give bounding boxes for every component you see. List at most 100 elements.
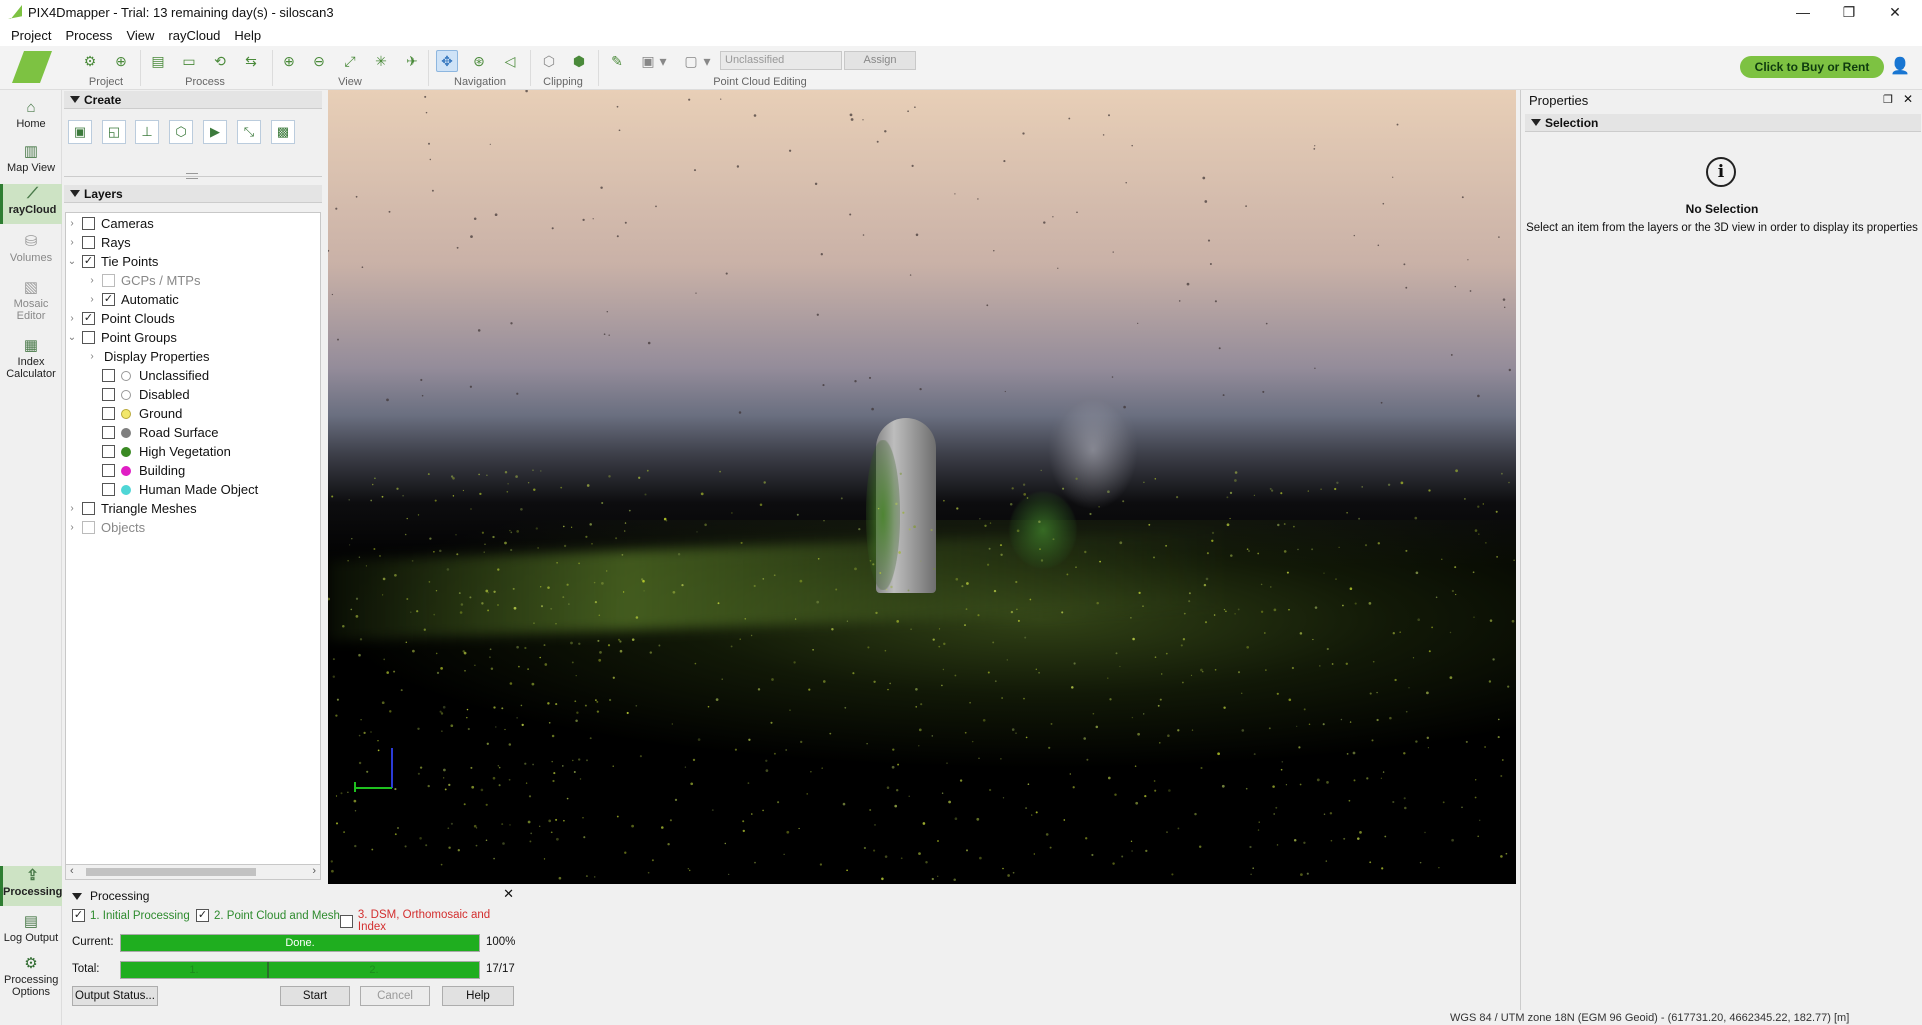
new-video-animation-icon[interactable]: ▶ [203, 120, 227, 144]
layer-checkbox[interactable] [82, 521, 95, 534]
close-processing-icon[interactable]: ✕ [503, 886, 514, 902]
focus-icon[interactable]: ✳ [370, 50, 392, 72]
step-checkbox[interactable] [340, 914, 353, 928]
scrollbar-thumb[interactable] [86, 868, 256, 876]
color-swatch-icon[interactable]: ▢ [680, 50, 702, 72]
layer-checkbox-checked[interactable]: ✓ [102, 293, 115, 306]
layer-checkbox[interactable] [82, 331, 95, 344]
process-local-icon[interactable]: ▤ [147, 50, 169, 72]
collapse-arrow-icon[interactable]: ⌄ [66, 328, 78, 347]
layers-horizontal-scrollbar[interactable]: ‹ › [65, 864, 321, 880]
nav-mosaic-editor[interactable]: ▧ Mosaic Editor [0, 278, 62, 322]
edit-densified-points-icon[interactable]: ✎ [606, 50, 628, 72]
layer-checkbox[interactable] [102, 445, 115, 458]
layer-row-cameras[interactable]: › Cameras [66, 214, 320, 233]
pix4d-logo[interactable] [12, 51, 52, 83]
close-button[interactable]: ✕ [1872, 0, 1918, 24]
raycloud-3d-view[interactable] [328, 90, 1516, 884]
step-checkbox-checked[interactable]: ✓ [196, 909, 209, 922]
cancel-button[interactable]: Cancel [360, 986, 430, 1006]
buy-or-rent-button[interactable]: Click to Buy or Rent [1740, 56, 1884, 78]
scroll-right-icon[interactable]: › [312, 865, 316, 877]
menu-project[interactable]: Project [4, 28, 58, 43]
layer-row-tie-points[interactable]: ⌄ ✓ Tie Points [66, 252, 320, 271]
color-dropdown-icon[interactable]: ▾ [700, 50, 714, 72]
layer-row-automatic[interactable]: › ✓ Automatic [66, 290, 320, 309]
expand-arrow-icon[interactable]: › [66, 518, 78, 537]
nav-processing-options[interactable]: ⚙ Processing Options [0, 954, 62, 998]
layer-checkbox[interactable] [102, 274, 115, 287]
menu-raycloud[interactable]: rayCloud [161, 28, 227, 43]
layer-row-point-clouds[interactable]: › ✓ Point Clouds [66, 309, 320, 328]
nav-map-view[interactable]: ▥ Map View [0, 142, 62, 174]
expand-arrow-icon[interactable]: › [86, 347, 98, 366]
step-point-cloud-mesh[interactable]: ✓ 2. Point Cloud and Mesh [196, 909, 340, 922]
expand-arrow-icon[interactable]: › [86, 271, 98, 290]
selection-header[interactable]: Selection [1525, 114, 1921, 132]
nav-raycloud[interactable]: ⟋ rayCloud [0, 184, 62, 224]
restore-button[interactable]: ❐ [1826, 0, 1872, 24]
expand-arrow-icon[interactable]: › [66, 214, 78, 233]
layer-checkbox[interactable] [102, 483, 115, 496]
process-open-icon[interactable]: ▭ [178, 50, 200, 72]
navigation-firstperson-icon[interactable]: ⊛ [468, 50, 490, 72]
layer-checkbox[interactable] [102, 369, 115, 382]
nav-processing[interactable]: ⇪ Processing [0, 866, 62, 906]
layer-checkbox[interactable] [82, 217, 95, 230]
collapse-arrow-icon[interactable]: ⌄ [66, 252, 78, 271]
layer-checkbox-checked[interactable]: ✓ [82, 255, 95, 268]
expand-arrow-icon[interactable]: › [86, 290, 98, 309]
user-account-icon[interactable]: 👤 [1890, 56, 1912, 78]
expand-arrow-icon[interactable]: › [66, 233, 78, 252]
output-status-button[interactable]: Output Status... [72, 986, 158, 1006]
zoom-fit-icon[interactable]: ⤢ [339, 50, 361, 72]
layer-checkbox[interactable] [102, 464, 115, 477]
menu-help[interactable]: Help [227, 28, 268, 43]
layer-checkbox[interactable] [102, 426, 115, 439]
new-volume-icon[interactable]: ⬡ [169, 120, 193, 144]
layer-row-rays[interactable]: › Rays [66, 233, 320, 252]
layer-row-disabled[interactable]: Disabled [66, 385, 320, 404]
selection-dropdown-icon[interactable]: ▾ [656, 50, 670, 72]
nav-log-output[interactable]: ▤ Log Output [0, 912, 62, 944]
expand-arrow-icon[interactable]: › [66, 499, 78, 518]
layer-checkbox[interactable] [102, 388, 115, 401]
step-checkbox-checked[interactable]: ✓ [72, 909, 85, 922]
expand-arrow-icon[interactable]: › [66, 309, 78, 328]
layer-row-road-surface[interactable]: Road Surface [66, 423, 320, 442]
clipping-edit-icon[interactable]: ⬢ [568, 50, 590, 72]
undock-icon[interactable]: ❐ [1883, 93, 1893, 106]
clipping-box-icon[interactable]: ⬡ [538, 50, 560, 72]
step-dsm-orthomosaic[interactable]: 3. DSM, Orthomosaic and Index [340, 909, 520, 933]
process-rematch-icon[interactable]: ⇆ [240, 50, 262, 72]
gcp-manager-icon[interactable]: ⊕ [110, 50, 132, 72]
new-polyline-icon[interactable]: ▣ [68, 120, 92, 144]
layer-row-display-properties[interactable]: › Display Properties [66, 347, 320, 366]
layers-header[interactable]: Layers [64, 185, 322, 203]
splitter-grip[interactable] [186, 173, 198, 179]
zoom-in-icon[interactable]: ⊕ [278, 50, 300, 72]
layer-row-high-vegetation[interactable]: High Vegetation [66, 442, 320, 461]
zoom-out-icon[interactable]: ⊖ [308, 50, 330, 72]
menu-process[interactable]: Process [58, 28, 119, 43]
nav-volumes[interactable]: ⛁ Volumes [0, 232, 62, 264]
nav-index-calculator[interactable]: ▦ Index Calculator [0, 336, 62, 380]
project-manager-icon[interactable]: ⚙ [79, 50, 101, 72]
layer-row-human-made-object[interactable]: Human Made Object [66, 480, 320, 499]
help-button[interactable]: Help [442, 986, 514, 1006]
minimize-button[interactable]: — [1780, 0, 1826, 24]
layer-row-triangle-meshes[interactable]: › Triangle Meshes [66, 499, 320, 518]
process-reopt-icon[interactable]: ⟲ [209, 50, 231, 72]
new-vertical-icon[interactable]: ⤡ [237, 120, 261, 144]
new-axis-icon[interactable]: ⊥ [135, 120, 159, 144]
assign-button[interactable]: Assign [844, 51, 916, 70]
layer-checkbox[interactable] [82, 236, 95, 249]
layer-checkbox[interactable] [82, 502, 95, 515]
layer-row-building[interactable]: Building [66, 461, 320, 480]
create-header[interactable]: Create [64, 91, 322, 109]
layer-checkbox[interactable] [102, 407, 115, 420]
nav-home[interactable]: ⌂ Home [0, 98, 62, 130]
new-surface-icon[interactable]: ◱ [102, 120, 126, 144]
start-button[interactable]: Start [280, 986, 350, 1006]
layer-row-gcps[interactable]: › GCPs / MTPs [66, 271, 320, 290]
